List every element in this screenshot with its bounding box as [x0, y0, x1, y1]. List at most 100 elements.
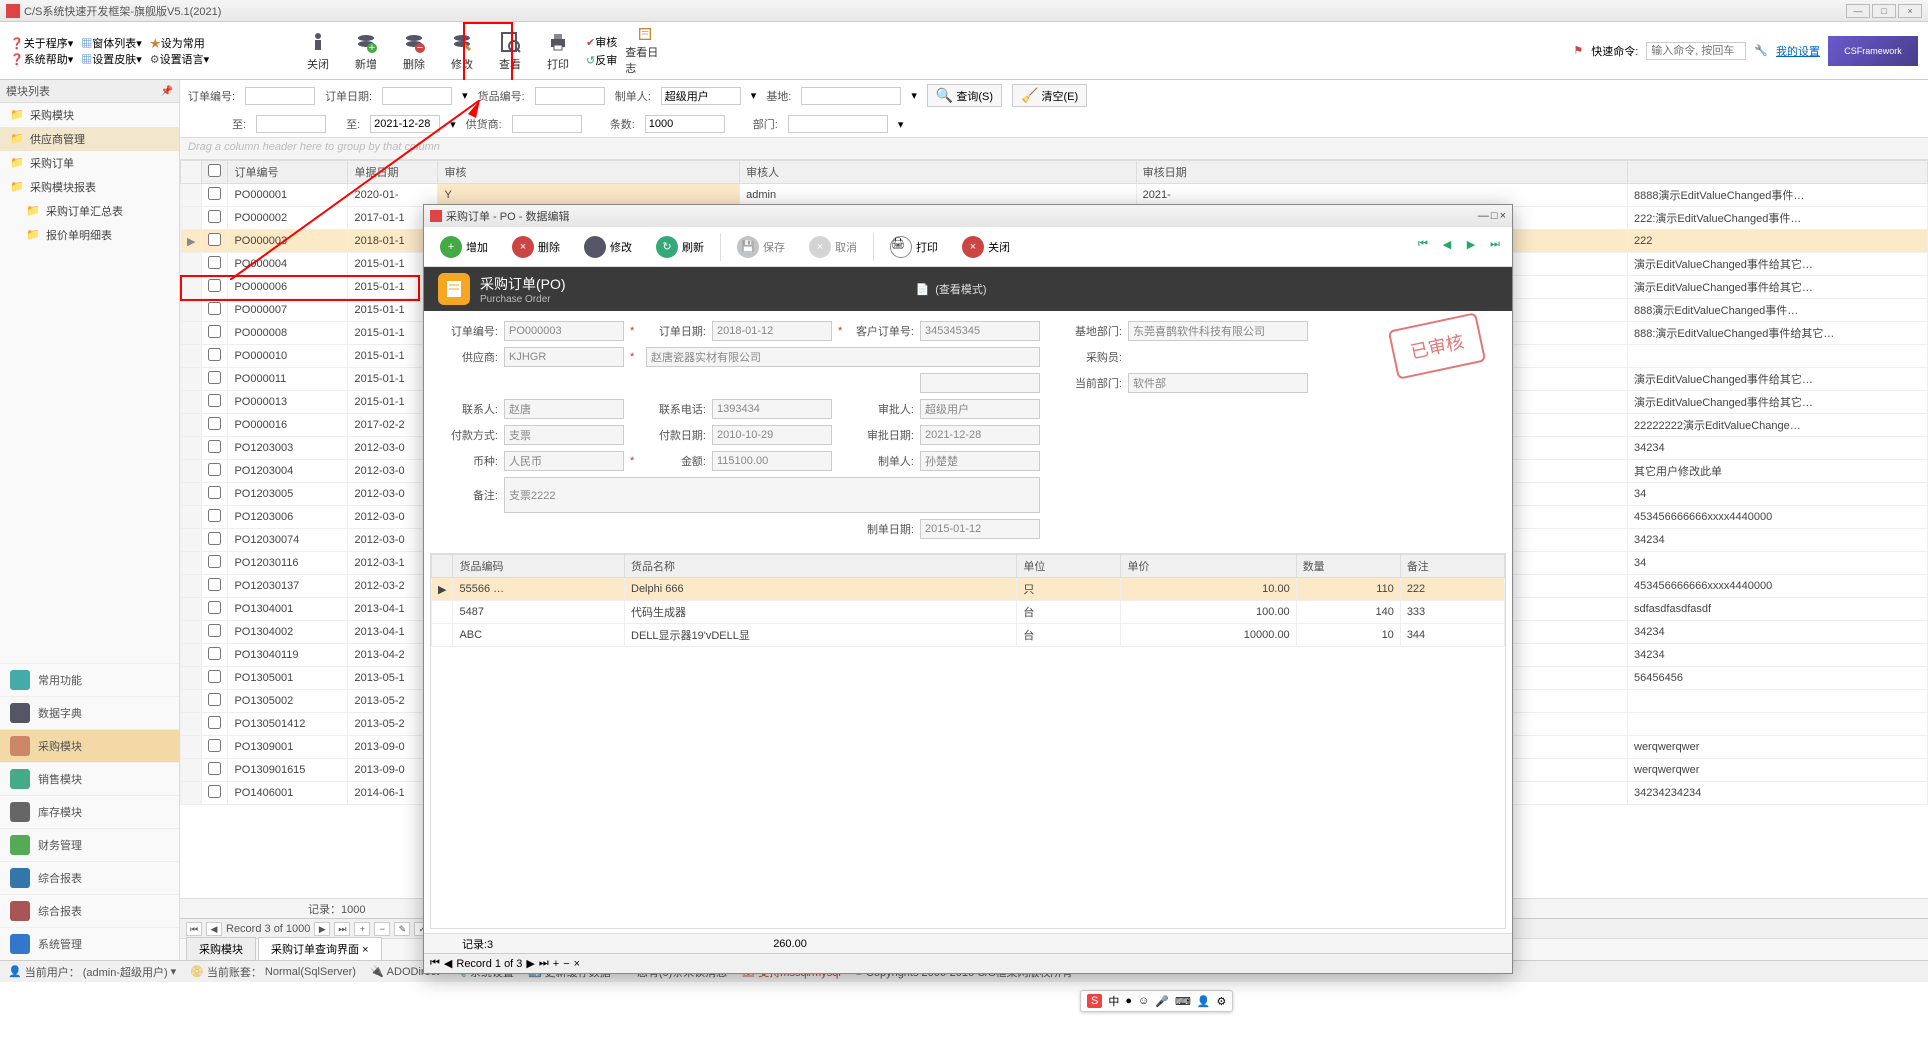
sidebar-module[interactable]: 财务管理: [0, 828, 179, 861]
sidebar-module[interactable]: 综合报表: [0, 894, 179, 927]
sidebar-module[interactable]: 综合报表: [0, 861, 179, 894]
filter-date-to[interactable]: [370, 115, 440, 133]
sidebar-item[interactable]: 📁供应商管理: [0, 127, 179, 151]
dialog-close[interactable]: ×: [1500, 210, 1506, 222]
pin-icon[interactable]: 📌: [161, 86, 173, 97]
fld-contact[interactable]: [504, 399, 624, 419]
dlg-edit[interactable]: 修改: [576, 232, 640, 262]
fld-creator[interactable]: [920, 451, 1040, 471]
filter-dept[interactable]: [788, 115, 888, 133]
fld-cdate[interactable]: [920, 519, 1040, 539]
dnav-del[interactable]: −: [563, 958, 569, 970]
dnav-next[interactable]: ▶: [526, 957, 534, 970]
fld-custno[interactable]: [920, 321, 1040, 341]
filter-date-from[interactable]: [382, 87, 452, 105]
my-settings-link[interactable]: 我的设置: [1776, 43, 1820, 59]
search-button[interactable]: 🔍查询(S): [927, 84, 1002, 107]
fld-pay[interactable]: [504, 425, 624, 445]
sidebar-module[interactable]: 采购模块: [0, 729, 179, 762]
nav-first[interactable]: ⏮: [186, 922, 202, 936]
menu-help[interactable]: ❓系统帮助▾: [10, 51, 73, 67]
filter-goodsno[interactable]: [535, 87, 605, 105]
menu-setdefault[interactable]: ★设为常用: [150, 35, 205, 51]
dialog-detail-grid[interactable]: 货品编码货品名称单位单价数量备注▶55566 …Delphi 666只10.00…: [430, 553, 1506, 929]
menu-windows[interactable]: ▦窗体列表▾: [81, 35, 142, 51]
fld-basedept[interactable]: [1128, 321, 1308, 341]
ribbon-log[interactable]: 查看日志: [625, 26, 665, 76]
dialog-min[interactable]: —: [1478, 210, 1489, 222]
ime-toolbar[interactable]: S 中●☺🎤⌨👤⚙: [1080, 990, 1233, 1012]
dnav-add[interactable]: +: [553, 958, 559, 970]
clear-button[interactable]: 🧹清空(E): [1012, 84, 1087, 107]
filter-count[interactable]: [645, 115, 725, 133]
fld-orderno[interactable]: [504, 321, 624, 341]
sidebar-item[interactable]: 📁采购模块: [0, 103, 179, 127]
fld-remark[interactable]: [504, 477, 1040, 513]
dlg-close[interactable]: ×关闭: [954, 232, 1018, 262]
dnav-prev[interactable]: ◀: [444, 957, 452, 970]
tab-query[interactable]: 采购订单查询界面 ×: [258, 937, 382, 960]
nav-last[interactable]: ⏭: [334, 922, 350, 936]
sidebar-module[interactable]: 数据字典: [0, 696, 179, 729]
sidebar-item[interactable]: 📁报价单明细表: [0, 223, 179, 247]
ribbon-print[interactable]: 打印: [538, 26, 578, 76]
dialog-max[interactable]: □: [1491, 210, 1498, 222]
maximize-button[interactable]: □: [1872, 4, 1896, 18]
fld-apdate[interactable]: [920, 425, 1040, 445]
ribbon-add[interactable]: +新增: [346, 26, 386, 76]
fld-paydate[interactable]: [712, 425, 832, 445]
fld-supplier-name[interactable]: [646, 347, 1040, 367]
ribbon-view[interactable]: 查看: [490, 26, 530, 76]
fld-supplier-code[interactable]: [504, 347, 624, 367]
dlg-save[interactable]: 💾保存: [729, 232, 793, 262]
nav-next[interactable]: ▶: [314, 922, 330, 936]
filter-orderno[interactable]: [245, 87, 315, 105]
fld-buyer[interactable]: [920, 373, 1040, 393]
filter-supplier[interactable]: [512, 115, 582, 133]
nav-edit[interactable]: ✎: [394, 922, 410, 936]
sidebar-item[interactable]: 📁采购订单: [0, 151, 179, 175]
minimize-button[interactable]: —: [1846, 4, 1870, 18]
filter-orderno-to[interactable]: [256, 115, 326, 133]
detail-row[interactable]: 5487代码生成器台100.00140333: [432, 601, 1505, 624]
fld-currency[interactable]: [504, 451, 624, 471]
nav-del[interactable]: −: [374, 922, 390, 936]
fld-amount[interactable]: [712, 451, 832, 471]
nav-add[interactable]: +: [354, 922, 370, 936]
quickcmd-input[interactable]: [1646, 42, 1746, 60]
ribbon-approve[interactable]: ✔审核: [586, 34, 617, 50]
sidebar-module[interactable]: 库存模块: [0, 795, 179, 828]
dnav-first[interactable]: ⏮: [430, 957, 440, 970]
nav-prev[interactable]: ◀: [206, 922, 222, 936]
ribbon-edit[interactable]: 修改: [442, 26, 482, 76]
ribbon-close[interactable]: 关闭: [298, 26, 338, 76]
dlg-nav-next[interactable]: ▶: [1462, 238, 1480, 256]
dlg-nav-last[interactable]: ⏭: [1486, 238, 1504, 256]
ribbon-delete[interactable]: −删除: [394, 26, 434, 76]
dlg-print[interactable]: 🖨打印: [882, 232, 946, 262]
dlg-del[interactable]: ×删除: [504, 232, 568, 262]
dnav-last[interactable]: ⏭: [539, 957, 549, 970]
fld-approver[interactable]: [920, 399, 1040, 419]
menu-about[interactable]: ❓关于程序▾: [10, 35, 73, 51]
fld-orderdate[interactable]: [712, 321, 832, 341]
dlg-nav-prev[interactable]: ◀: [1438, 238, 1456, 256]
filter-creator[interactable]: [661, 87, 741, 105]
fld-phone[interactable]: [712, 399, 832, 419]
menu-skin[interactable]: ▦设置皮肤▾: [81, 51, 142, 67]
dlg-cancel[interactable]: ×取消: [801, 232, 865, 262]
dlg-nav-first[interactable]: ⏮: [1414, 238, 1432, 256]
tab-close-icon[interactable]: ×: [362, 944, 368, 956]
detail-row[interactable]: ▶55566 …Delphi 666只10.00110222: [432, 578, 1505, 601]
close-button[interactable]: ×: [1898, 4, 1922, 18]
fld-curdept[interactable]: [1128, 373, 1308, 393]
filter-base[interactable]: [801, 87, 901, 105]
sidebar-module[interactable]: 系统管理: [0, 927, 179, 960]
ribbon-reject[interactable]: ↺反审: [586, 52, 617, 68]
dlg-add[interactable]: +增加: [432, 232, 496, 262]
menu-lang[interactable]: ⚙设置语言▾: [150, 51, 209, 67]
sidebar-item[interactable]: 📁采购订单汇总表: [0, 199, 179, 223]
dnav-cancel[interactable]: ×: [574, 958, 580, 970]
dlg-refresh[interactable]: ↻刷新: [648, 232, 712, 262]
sidebar-module[interactable]: 销售模块: [0, 762, 179, 795]
